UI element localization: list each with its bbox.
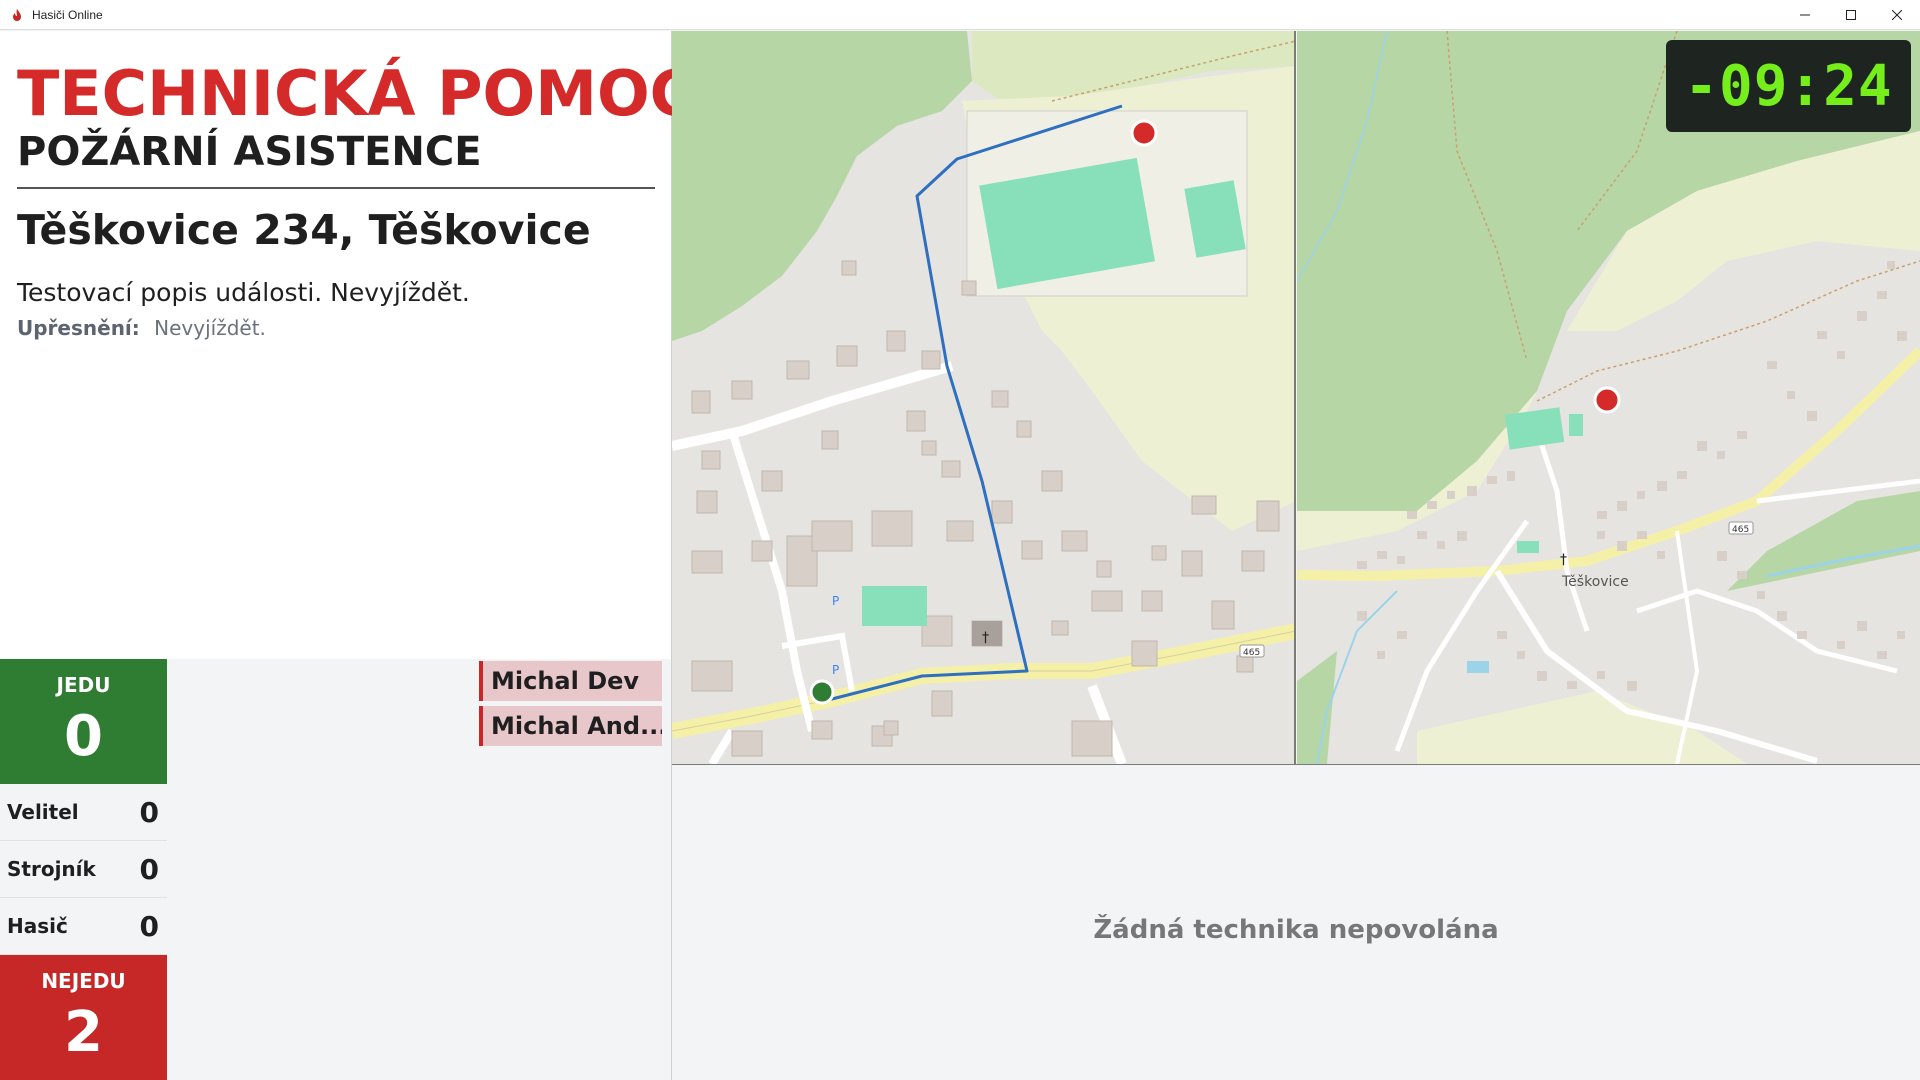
maximize-icon xyxy=(1846,10,1856,20)
close-button[interactable] xyxy=(1874,0,1920,30)
event-detail: Upřesnění: Nevyjíždět. xyxy=(17,315,654,341)
role-count: 0 xyxy=(139,795,159,829)
minimize-button[interactable] xyxy=(1782,0,1828,30)
member-tag: Michal And... xyxy=(479,706,662,746)
response-summary: JEDU 0 Velitel 0 Strojník 0 Hasič 0 NEJE… xyxy=(0,659,167,1080)
members-area: Michal Dev Michal And... xyxy=(167,659,672,1080)
road-number: 465 xyxy=(1732,525,1749,535)
not-going-box: NEJEDU 2 xyxy=(0,955,167,1080)
no-vehicles-message: Žádná technika nepovolána xyxy=(1093,914,1499,945)
church-icon: † xyxy=(982,630,989,646)
route-map[interactable]: † P P 465 xyxy=(672,31,1296,764)
overview-map[interactable]: † Těškovice 465 xyxy=(1297,31,1920,764)
going-label: JEDU xyxy=(56,673,111,697)
detail-value: Nevyjíždět. xyxy=(154,316,266,340)
station-marker[interactable] xyxy=(809,679,835,705)
event-info-panel: TECHNICKÁ POMOC POŽÁRNÍ ASISTENCE Těškov… xyxy=(0,31,696,659)
not-going-count: 2 xyxy=(64,1000,103,1065)
role-row-hasic: Hasič 0 xyxy=(0,898,167,955)
event-type: TECHNICKÁ POMOC xyxy=(17,57,696,130)
detail-label: Upřesnění: xyxy=(17,316,140,340)
member-tag: Michal Dev xyxy=(479,661,662,701)
member-name: Michal Dev xyxy=(491,667,640,695)
window-controls xyxy=(1782,0,1920,30)
parking-icon: P xyxy=(832,663,839,677)
not-going-label: NEJEDU xyxy=(41,969,126,993)
maximize-button[interactable] xyxy=(1828,0,1874,30)
event-address: Těškovice 234, Těškovice xyxy=(17,206,591,254)
minimize-icon xyxy=(1800,14,1810,16)
place-label: Těškovice xyxy=(1561,574,1629,590)
road-number: 465 xyxy=(1243,648,1260,658)
going-count: 0 xyxy=(64,704,103,769)
pond xyxy=(1467,661,1489,673)
window-title: Hasiči Online xyxy=(32,7,103,22)
incident-marker[interactable] xyxy=(1593,386,1621,414)
vehicles-panel: Žádná technika nepovolána xyxy=(672,764,1920,1080)
role-count: 0 xyxy=(139,909,159,943)
flame-icon xyxy=(10,8,24,22)
going-box: JEDU 0 xyxy=(0,659,167,784)
church-icon: † xyxy=(1560,552,1567,568)
timer-value: -09:24 xyxy=(1684,53,1893,119)
close-icon xyxy=(1892,10,1902,20)
role-row-velitel: Velitel 0 xyxy=(0,784,167,841)
role-name: Velitel xyxy=(7,800,79,824)
countdown-timer: -09:24 xyxy=(1666,40,1911,132)
role-row-strojnik: Strojník 0 xyxy=(0,841,167,898)
role-name: Hasič xyxy=(7,914,68,938)
title-bar: Hasiči Online xyxy=(0,0,1920,30)
divider xyxy=(17,187,655,189)
member-name: Michal And... xyxy=(491,712,662,740)
event-description: Testovací popis události. Nevyjíždět. xyxy=(17,278,470,307)
role-name: Strojník xyxy=(7,857,96,881)
playground xyxy=(862,586,927,626)
event-subtype: POŽÁRNÍ ASISTENCE xyxy=(17,129,482,175)
parking-icon: P xyxy=(832,594,839,608)
role-count: 0 xyxy=(139,852,159,886)
incident-marker[interactable] xyxy=(1130,119,1158,147)
